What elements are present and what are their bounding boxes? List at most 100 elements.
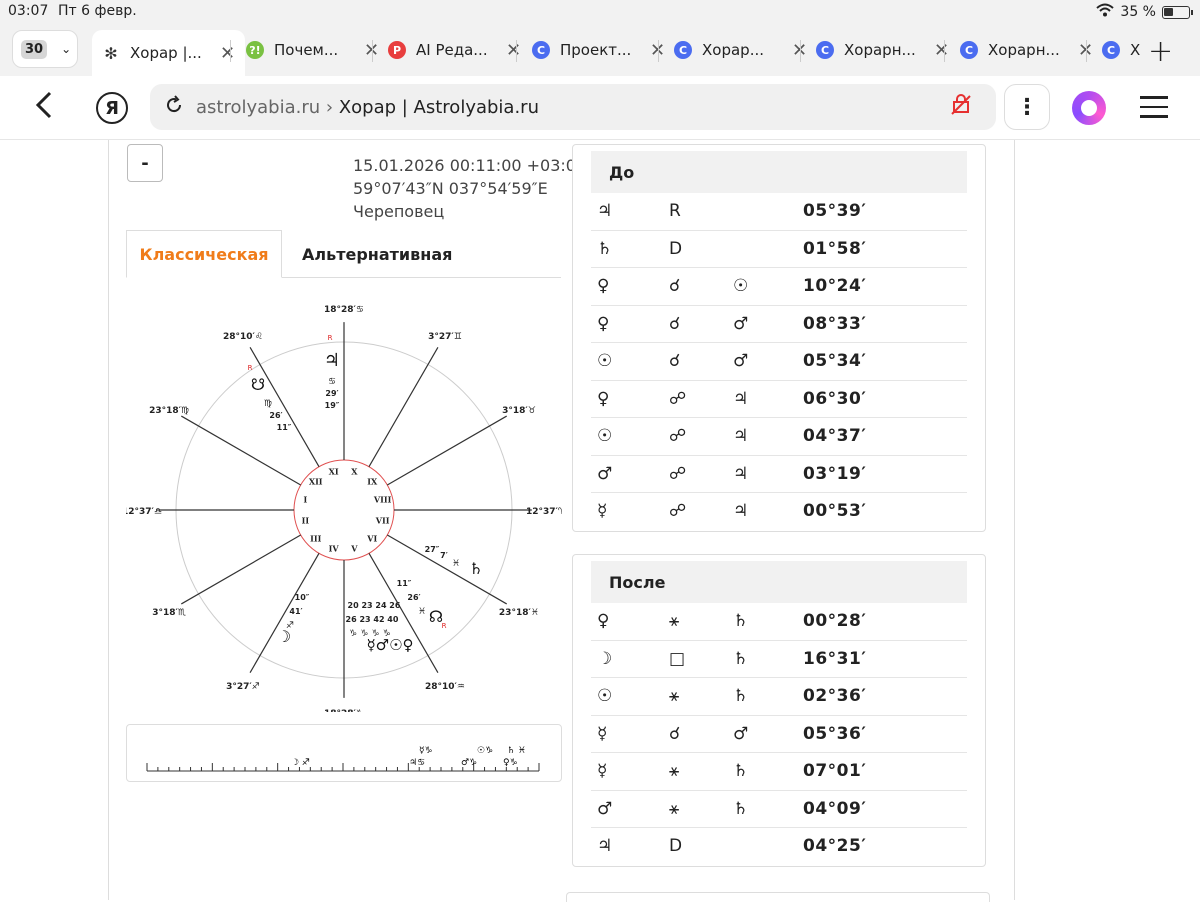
aspect-row: ☽ □ ♄ 16°31′ <box>591 641 967 678</box>
hamburger-menu-icon[interactable] <box>1140 96 1168 125</box>
aspect-row: ♂ ☍ ♃ 03°19′ <box>591 456 967 493</box>
aspect-planet-b: ♄ <box>733 648 749 669</box>
tab-close-icon[interactable]: ✕ <box>506 40 521 61</box>
battery-percent: 35 % <box>1120 4 1156 20</box>
tab-bar: 30 ⌄ ✻ Хорар |... ✕?! Почем... ✕ P AI Реда... ✕… <box>0 22 1200 76</box>
aspect-type: R <box>669 201 681 221</box>
timeline-mark: ♂♑ <box>461 758 477 768</box>
aspect-orb: 08°33′ <box>803 313 867 334</box>
aspect-type: ☌ <box>669 723 681 744</box>
aspect-type: ⚹ <box>669 761 680 781</box>
aspect-type: ☌ <box>669 351 681 371</box>
browser-tab[interactable]: CПроект...✕ <box>522 30 675 70</box>
planet-degree-label: 26′ <box>269 411 282 420</box>
aspect-planet-b: ♄ <box>733 611 749 631</box>
tab-favicon-icon: P <box>388 41 406 59</box>
cusp-label: 3°18′♏ <box>152 608 186 618</box>
planet-degree-label: ♍ <box>264 399 272 409</box>
status-date: Пт 6 февр. <box>58 3 137 19</box>
browser-tab[interactable]: CХорарн...✕ <box>806 30 959 70</box>
house-number: X <box>351 466 358 476</box>
browser-tab[interactable]: CХ <box>1092 30 1154 70</box>
aspect-type: ⚹ <box>669 798 680 819</box>
inner-circle <box>293 459 395 561</box>
yandex-logo-button[interactable]: Я <box>96 92 128 124</box>
aspect-orb: 00°28′ <box>803 611 867 631</box>
aspect-orb: 16°31′ <box>803 648 867 669</box>
aspect-orb: 07°01′ <box>803 761 867 781</box>
divider <box>108 140 109 900</box>
planet-glyph: ♄ <box>469 559 483 578</box>
browser-tab[interactable]: P AI Реда... ✕ <box>378 30 531 70</box>
no-protection-icon[interactable] <box>950 94 972 121</box>
back-button[interactable] <box>34 90 54 128</box>
aspect-type: ☍ <box>669 388 687 409</box>
address-bar[interactable]: astrolyabia.ru › Хорар | Astrolyabia.ru <box>150 84 996 130</box>
tab-title: Проект... <box>560 41 632 59</box>
tab-title: Хорар |... <box>130 44 202 62</box>
browser-tab[interactable]: ?!Почем...✕ <box>236 30 389 70</box>
aspect-row: ♀ ⚹ ♄ 00°28′ <box>591 603 967 641</box>
house-number: IX <box>367 477 378 487</box>
aspect-planet-b: ♄ <box>733 686 749 706</box>
aspect-planet-a: ☿ <box>597 761 608 781</box>
browser-tab[interactable]: CХорар...✕ <box>664 30 817 70</box>
retrograde-marker: R <box>442 622 447 630</box>
cusp-label: 18°28′♑ <box>324 709 364 712</box>
cusp-label: 3°18′♉ <box>502 406 536 416</box>
planet-degree-label: 29′ <box>325 389 338 398</box>
aspect-planet-a: ☽ <box>597 648 613 669</box>
timeline-mark: ☿♑ <box>419 746 433 756</box>
planet-degree-label: 11″ <box>277 423 292 432</box>
aspect-orb: 01°58′ <box>803 238 867 259</box>
aspect-planet-a: ♂ <box>597 463 613 484</box>
aspect-row: ♀ ☌ ♂ 08°33′ <box>591 306 967 343</box>
house-cusp-line <box>181 534 301 605</box>
url-page-title: Хорар | Astrolyabia.ru <box>338 96 539 118</box>
aspect-planet-b: ♂ <box>733 313 749 334</box>
aspect-type: □ <box>669 648 686 669</box>
aspect-planet-a: ♀ <box>597 313 610 334</box>
aspects-after-header: После <box>591 561 967 603</box>
aspect-planet-a: ♄ <box>597 238 613 259</box>
tab-alternative[interactable]: Альтернативная <box>302 230 452 278</box>
aspect-planet-a: ♂ <box>597 798 613 819</box>
tab-favicon-icon: C <box>674 41 692 59</box>
aspect-type: D <box>669 836 683 856</box>
alice-assistant-icon[interactable] <box>1072 91 1106 125</box>
tab-favicon-icon: C <box>1102 41 1120 59</box>
retrograde-marker: R <box>248 364 253 372</box>
tab-favicon-icon: ?! <box>246 41 264 59</box>
retrograde-marker: R <box>328 334 333 342</box>
aspect-planet-a: ☿ <box>597 501 608 521</box>
status-time: 03:07 <box>8 3 49 19</box>
wifi-icon <box>1096 3 1115 21</box>
planet-degree-label: 7′ <box>440 551 448 560</box>
collapse-button[interactable]: - <box>127 144 163 182</box>
browser-tab[interactable]: CХорарн...✕ <box>950 30 1103 70</box>
more-menu-button[interactable]: ⋮ <box>1004 84 1050 130</box>
house-number: IV <box>329 544 340 554</box>
tab-count-button[interactable]: 30 ⌄ <box>12 30 78 68</box>
aspect-planet-a: ☉ <box>597 351 613 371</box>
aspect-orb: 04°25′ <box>803 836 867 856</box>
tab-classic[interactable]: Классическая <box>126 230 282 278</box>
next-panel <box>566 892 990 902</box>
cusp-label: 3°27′♊ <box>428 332 462 342</box>
tab-favicon-icon: ✻ <box>102 44 120 63</box>
planet-glyph: ☋ <box>251 375 265 394</box>
aspect-type: ☍ <box>669 426 687 446</box>
new-tab-button[interactable]: + <box>1148 34 1173 69</box>
aspect-row: ♀ ☌ ☉ 10°24′ <box>591 268 967 306</box>
browser-tab[interactable]: ✻ Хорар |... ✕ <box>92 30 246 76</box>
cusp-label: 18°28′♋ <box>324 305 364 315</box>
tab-title: Почем... <box>274 41 339 59</box>
house-number: III <box>310 533 321 543</box>
tab-close-icon[interactable]: ✕ <box>934 40 949 61</box>
aspect-planet-a: ♀ <box>597 388 610 409</box>
house-number: V <box>350 544 358 554</box>
aspect-row: ♄ D 01°58′ <box>591 231 967 268</box>
tab-favicon-icon: C <box>960 41 978 59</box>
reload-icon[interactable] <box>164 94 184 120</box>
tab-close-icon[interactable]: ✕ <box>220 43 235 64</box>
